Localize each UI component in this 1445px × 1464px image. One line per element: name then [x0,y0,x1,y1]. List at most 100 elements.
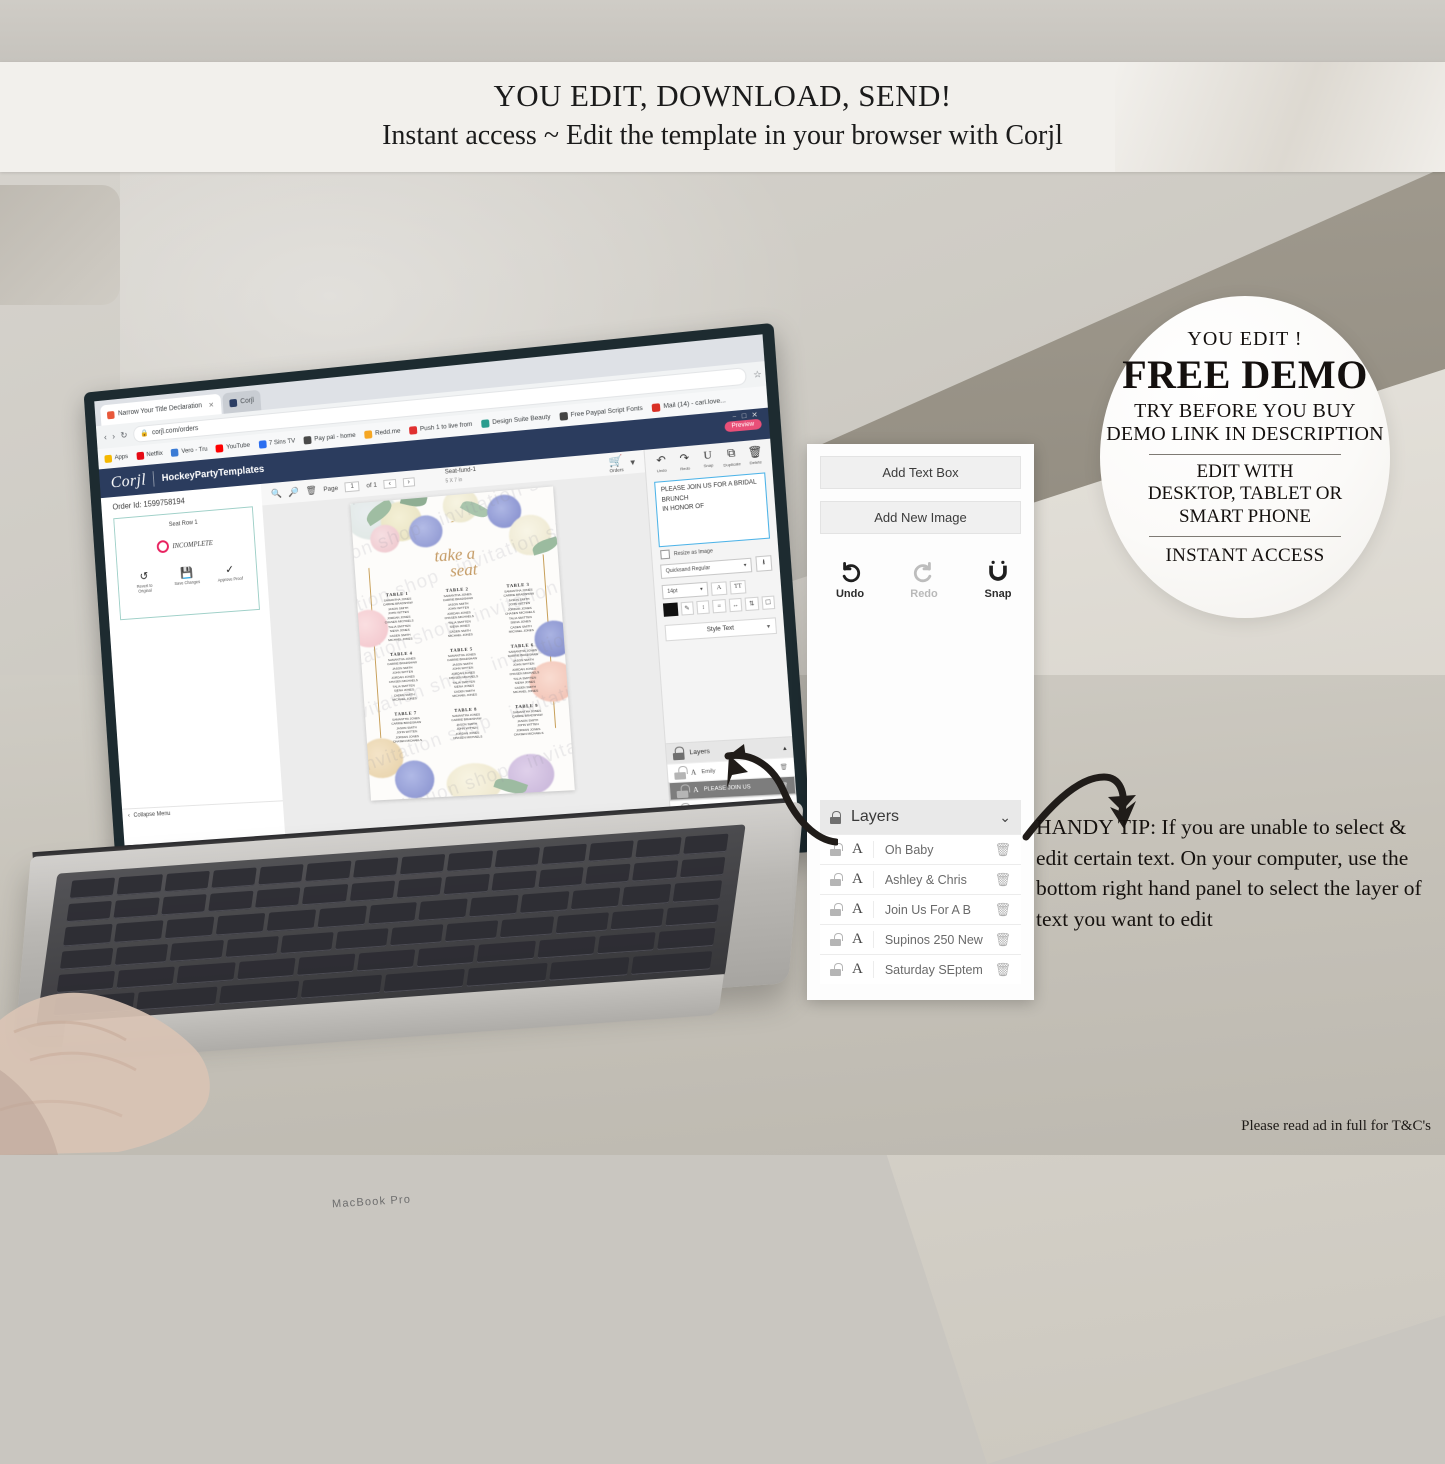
lock-icon: 🔒 [140,429,149,438]
font-family-select[interactable]: Quicksand Regular ▾ [660,557,753,579]
delete-button[interactable]: 🗑 Delete [745,444,766,466]
snap-button[interactable]: U Snap [698,449,719,470]
redo-button[interactable]: Redo [903,558,945,600]
box-button[interactable]: ☐ [761,595,776,610]
unlock-icon[interactable] [830,963,843,976]
bookmark-item[interactable]: Design Suite Beauty [481,413,551,428]
bookmark-star-icon[interactable]: ☆ [753,368,762,380]
reload-icon[interactable]: ↻ [120,430,128,441]
keyboard-key [469,895,519,917]
bookmark-favicon-icon [104,454,113,463]
trash-icon[interactable]: 🗑 [994,842,1011,858]
badge-mid1: EDIT WITH [1196,460,1294,482]
seating-table: TABLE 8 SAMANTHA JONES CARRIE BRADSHAW JA… [436,705,497,741]
eyedropper-button[interactable]: ✎ [680,601,695,616]
bookmark-item[interactable]: Redd.me [364,427,401,439]
text-layer-icon: A [852,931,874,948]
line-height-button[interactable]: ↕ [696,600,711,615]
tab-title: Corjl [240,397,255,406]
keyboard-key [672,880,723,903]
trash-icon[interactable]: 🗑 [994,962,1011,978]
unlock-icon[interactable] [830,903,843,916]
profile-icon[interactable]: ● [768,368,775,379]
bookmark-item[interactable]: Pay pal - home [303,431,356,445]
zoom-in-icon[interactable]: 🔍 [271,488,282,500]
checkbox[interactable] [660,549,671,560]
preview-button[interactable]: Preview [723,418,762,433]
bookmark-item[interactable]: Push 1 to live from [408,420,473,435]
letter-spacing-button[interactable]: ↔ [728,597,743,613]
bookmark-item[interactable]: Vero - Tru [170,445,208,457]
bookmark-item[interactable]: Apps [104,453,128,463]
layer-row[interactable]: A Join Us For A B 🗑 [820,894,1021,924]
layer-row[interactable]: A Saturday SEptem 🗑 [820,954,1021,984]
text-edit-field[interactable]: PLEASE JOIN US FOR A BRIDAL BRUNCH IN HO… [654,472,771,548]
bold-button[interactable]: A [710,580,728,596]
bookmark-item[interactable]: Free Paypal Script Fonts [559,404,643,421]
undo-button[interactable]: Undo [829,558,871,600]
revert-to-original-button[interactable]: ↺ Revert to Original [130,569,159,595]
keyboard-key [657,927,716,950]
trash-icon[interactable]: 🗑 [994,902,1011,918]
delete-icon[interactable]: 🗑 [305,484,317,496]
tab-close-icon[interactable]: ✕ [208,401,214,409]
seating-table: TABLE 2 SAMANTHA JONES CARRIE BRADSHAW JA… [428,585,490,640]
add-new-image-button[interactable]: Add New Image [820,501,1021,534]
layer-row[interactable]: A Supinos 250 New 🗑 [820,924,1021,954]
text-color-swatch[interactable] [662,602,679,617]
lock-icon[interactable] [672,746,685,761]
chevron-down-icon[interactable]: ▾ [630,456,635,468]
duplicate-button[interactable]: ⧉ Duplicate [721,446,742,468]
unlock-icon[interactable] [676,783,691,798]
save-changes-button[interactable]: 💾 Save Changes [172,565,202,591]
order-card[interactable]: Seat Row 1 INCOMPLETE ↺ Revert to Origin… [113,506,260,621]
chevron-down-icon[interactable]: ⌄ [999,809,1011,826]
unlock-icon[interactable] [830,933,843,946]
forward-icon[interactable]: › [112,431,115,441]
back-icon[interactable]: ‹ [104,432,107,442]
align-button[interactable]: ≡ [712,599,727,614]
orders-button[interactable]: 🛒 Orders [608,454,623,474]
style-text-accordion[interactable]: Style Text ▾ [664,617,778,642]
undo-button[interactable]: ↶ Undo [651,453,671,474]
bookmark-item[interactable]: Netflix [136,449,163,460]
snap-button[interactable]: Snap [977,558,1019,600]
layers-panel: Layers ⌄ A Oh Baby 🗑 A Ashley & Chris 🗑 A Join … [820,800,1021,984]
cart-icon: 🛒 [608,454,624,469]
keyboard-key [490,870,537,893]
approve-proof-button[interactable]: ✓ Approve Proof [215,562,245,588]
trash-icon[interactable]: 🗑 [994,872,1011,888]
orders-label: Orders [609,467,624,474]
chevron-left-icon: ‹ [127,812,131,819]
bookmark-item[interactable]: 7 Sins TV [258,437,295,449]
text-transform-button[interactable]: TT [729,579,747,594]
status-text: INCOMPLETE [172,538,214,550]
zoom-out-icon[interactable]: 🔎 [288,486,299,498]
trash-icon: 🗑 [747,445,763,460]
layer-row[interactable]: A Ashley & Chris 🗑 [820,864,1021,894]
add-text-box-button[interactable]: Add Text Box [820,456,1021,489]
status-badge: INCOMPLETE [156,536,214,554]
unlock-icon[interactable] [674,765,688,780]
layers-header[interactable]: Layers ⌄ [820,800,1021,834]
laptop-brand-label: MacBook Pro [331,1193,412,1211]
unlock-icon[interactable] [830,873,843,886]
prev-page-button[interactable]: ‹ [383,478,397,489]
next-page-button[interactable]: › [402,476,416,487]
layer-row[interactable]: A Oh Baby 🗑 [820,834,1021,864]
font-size-select[interactable]: 14pt ▾ [661,581,709,600]
revert-icon: ↺ [139,570,149,583]
font-upload-button[interactable]: ⭳ [755,555,773,572]
badge-mid3: SMART PHONE [1178,506,1312,528]
action-label: Approve Proof [217,575,244,583]
collapse-menu-button[interactable]: ‹ Collapse Menu [122,800,290,823]
avatar[interactable] [768,415,783,430]
vertical-align-button[interactable]: ⇅ [744,596,759,612]
trash-icon[interactable]: 🗑 [994,932,1011,948]
template-canvas[interactable]: invitation shop invitation shop invitati… [350,486,575,801]
bookmark-item[interactable]: Mail (14) - carl.love... [651,397,726,412]
redo-button[interactable]: ↷ Redo [674,451,695,472]
corjl-logo[interactable]: Corjl [110,470,147,492]
page-number-input[interactable]: 1 [344,481,360,493]
bookmark-item[interactable]: YouTube [215,441,251,453]
